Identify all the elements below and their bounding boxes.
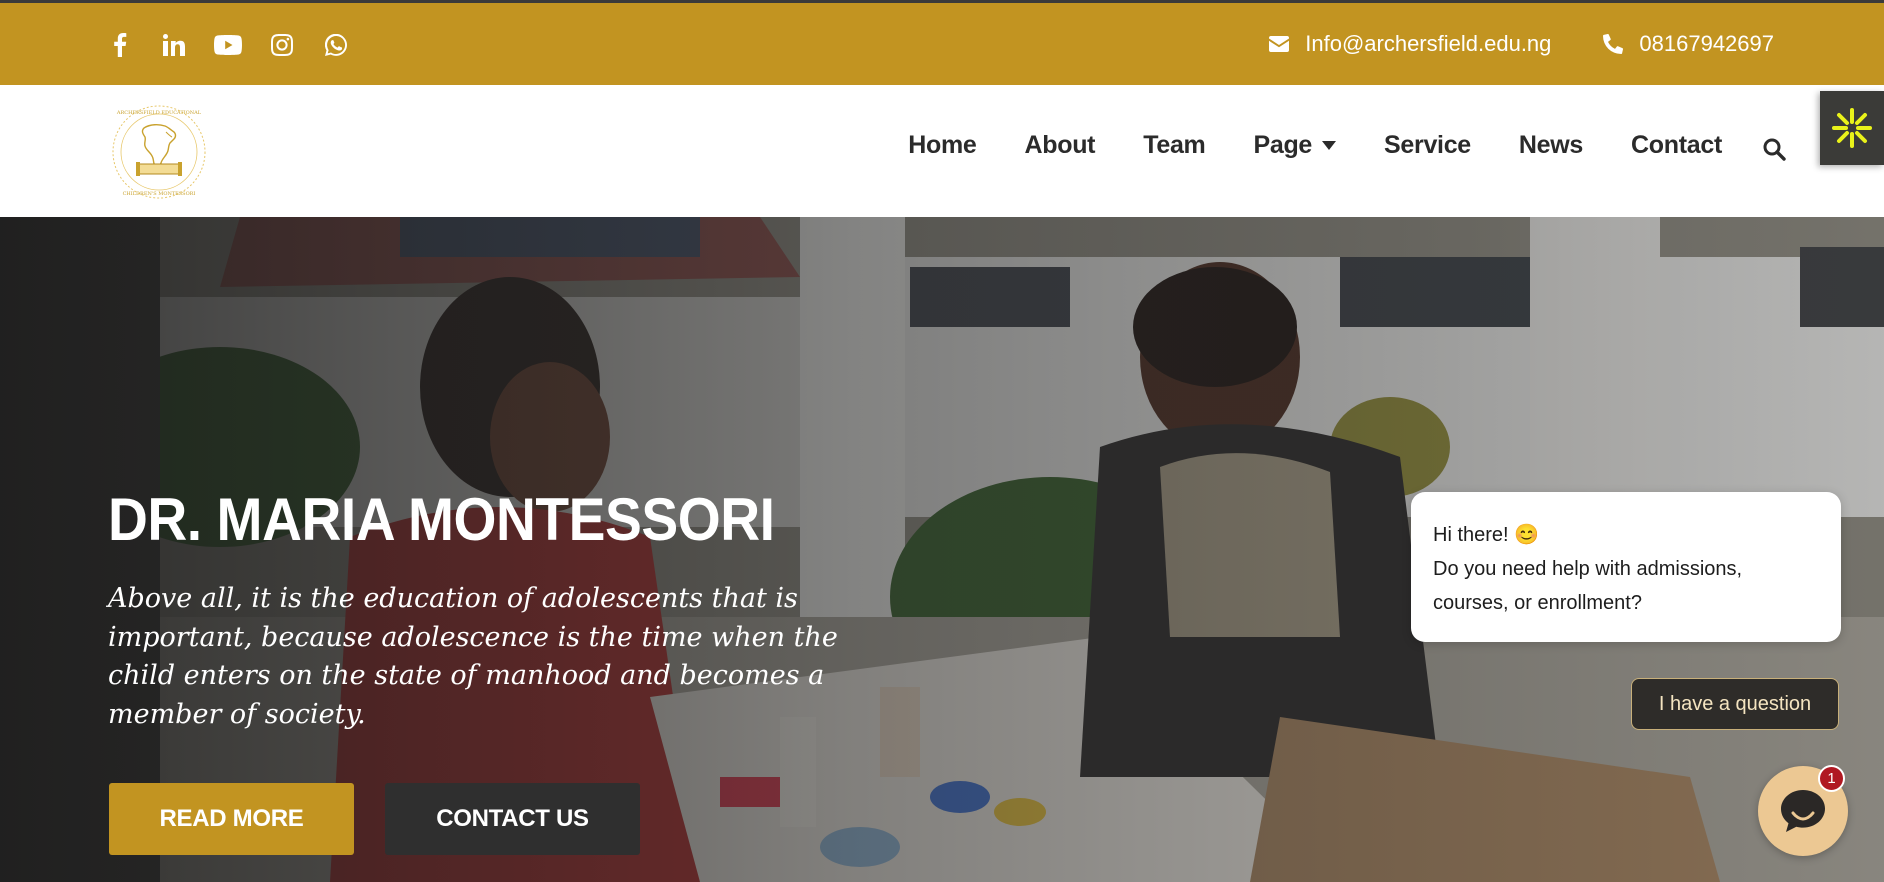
nav-home[interactable]: Home xyxy=(908,131,977,160)
hero-quote: Above all, it is the education of adoles… xyxy=(108,583,838,730)
envelope-icon xyxy=(1269,36,1290,52)
phone-text: 08167942697 xyxy=(1639,31,1774,56)
sun-burst-icon xyxy=(1832,108,1872,148)
accessibility-widget-button[interactable] xyxy=(1820,91,1884,165)
main-header: ARCHERSFIELD EDUCATIONAL CHILDREN'S MONT… xyxy=(0,85,1884,217)
top-bar: Info@archersfield.edu.ng 08167942697 xyxy=(0,0,1884,85)
phone-link[interactable]: 08167942697 xyxy=(1603,31,1774,57)
instagram-icon[interactable] xyxy=(268,31,296,59)
contact-info: Info@archersfield.edu.ng 08167942697 xyxy=(1269,31,1774,57)
chat-question-button[interactable]: I have a question xyxy=(1631,678,1839,730)
chat-icon xyxy=(1781,790,1825,832)
nav-contact[interactable]: Contact xyxy=(1631,131,1722,160)
nav-news[interactable]: News xyxy=(1519,131,1583,160)
search-icon[interactable] xyxy=(1762,137,1788,163)
nav-page[interactable]: Page xyxy=(1253,131,1337,160)
svg-text:CHILDREN'S MONTESSORI: CHILDREN'S MONTESSORI xyxy=(123,191,196,197)
chat-greeting-bubble[interactable]: Hi there! 😊 Do you need help with admiss… xyxy=(1411,492,1841,642)
social-links xyxy=(106,31,350,59)
chat-message: Do you need help with admissions, course… xyxy=(1433,558,1743,614)
contact-us-button[interactable]: CONTACT US xyxy=(385,783,640,855)
svg-text:ARCHERSFIELD EDUCATIONAL: ARCHERSFIELD EDUCATIONAL xyxy=(116,110,202,116)
phone-icon xyxy=(1603,34,1624,54)
whatsapp-icon[interactable] xyxy=(322,31,350,59)
nav-page-label: Page xyxy=(1253,131,1313,159)
nav-about[interactable]: About xyxy=(1025,131,1096,160)
caret-down-icon xyxy=(1322,141,1337,150)
chat-greeting: Hi there! 😊 xyxy=(1433,524,1540,546)
linkedin-icon[interactable] xyxy=(160,31,188,59)
email-link[interactable]: Info@archersfield.edu.ng xyxy=(1269,31,1551,57)
email-text: Info@archersfield.edu.ng xyxy=(1305,31,1552,56)
facebook-icon[interactable] xyxy=(106,31,134,59)
nav-team[interactable]: Team xyxy=(1143,131,1206,160)
read-more-button[interactable]: READ MORE xyxy=(109,783,354,855)
main-nav: Home About Team Page Service News Contac… xyxy=(908,131,1722,160)
hero-title: DR. MARIA MONTESSORI xyxy=(108,486,775,553)
nav-service[interactable]: Service xyxy=(1384,131,1471,160)
school-logo[interactable]: ARCHERSFIELD EDUCATIONAL CHILDREN'S MONT… xyxy=(108,102,210,202)
youtube-icon[interactable] xyxy=(214,31,242,59)
chat-unread-badge: 1 xyxy=(1818,765,1845,792)
